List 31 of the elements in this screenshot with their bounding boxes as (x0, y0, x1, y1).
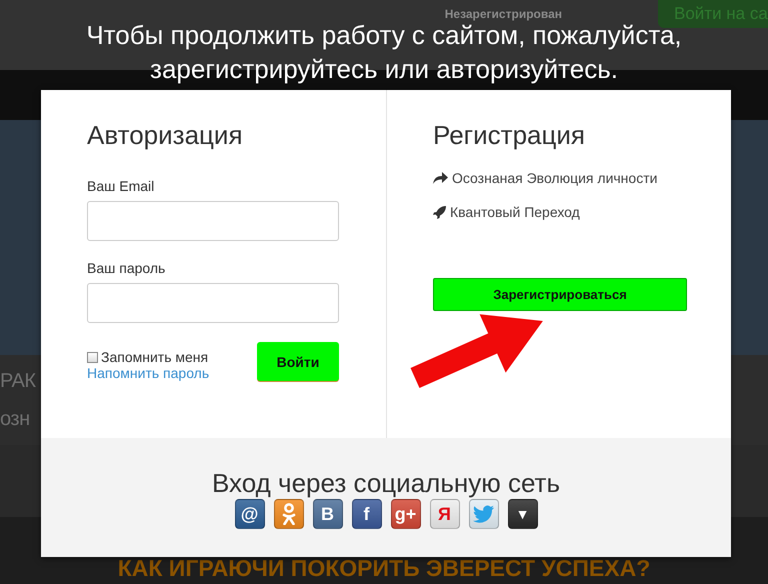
social-login-button[interactable]: Я (430, 499, 460, 529)
registration-title: Регистрация (433, 119, 586, 152)
remember-label: Запомнить меня (101, 349, 208, 365)
remember-checkbox[interactable] (87, 352, 98, 362)
social-login-button[interactable]: ▼ (508, 499, 538, 529)
user-status: Незарегистрирован (444, 7, 562, 21)
social-login-button[interactable]: @ (234, 499, 264, 529)
register-button[interactable]: Зарегистрироваться (433, 278, 687, 311)
background-text: РАК (0, 369, 36, 394)
social-login-button[interactable] (274, 499, 304, 529)
background-text: озн (0, 407, 30, 432)
social-login-button[interactable] (468, 499, 498, 529)
overlay-message: зарегистрируйтесь или авторизуйтесь. (150, 53, 618, 86)
social-login-button[interactable]: B (312, 499, 342, 529)
social-login-title: Вход через социальную сеть (212, 469, 560, 497)
figure-icon (282, 503, 296, 525)
rocket-icon (433, 206, 446, 218)
input-field[interactable] (87, 283, 339, 323)
section-heading: КАК ИГРАЮЧИ ПОКОРИТЬ ЭВЕРЕСТ УСПЕХА? (118, 555, 650, 582)
bird-icon (472, 505, 494, 523)
registration-option: Осознаная Эволюция личности (452, 170, 658, 186)
input-field[interactable] (87, 201, 339, 241)
login-title: Авторизация (87, 119, 244, 152)
share-icon (433, 172, 448, 184)
login-submit-button[interactable]: Войти (257, 342, 339, 381)
social-login-button[interactable]: g+ (390, 499, 420, 529)
registration-option: Квантовый Переход (450, 204, 580, 220)
field-label: Ваш пароль (87, 260, 166, 276)
field-label: Ваш Email (87, 178, 156, 194)
social-login-button[interactable]: f (352, 499, 382, 529)
forgot-password-link[interactable]: Напомнить пароль (87, 365, 210, 381)
